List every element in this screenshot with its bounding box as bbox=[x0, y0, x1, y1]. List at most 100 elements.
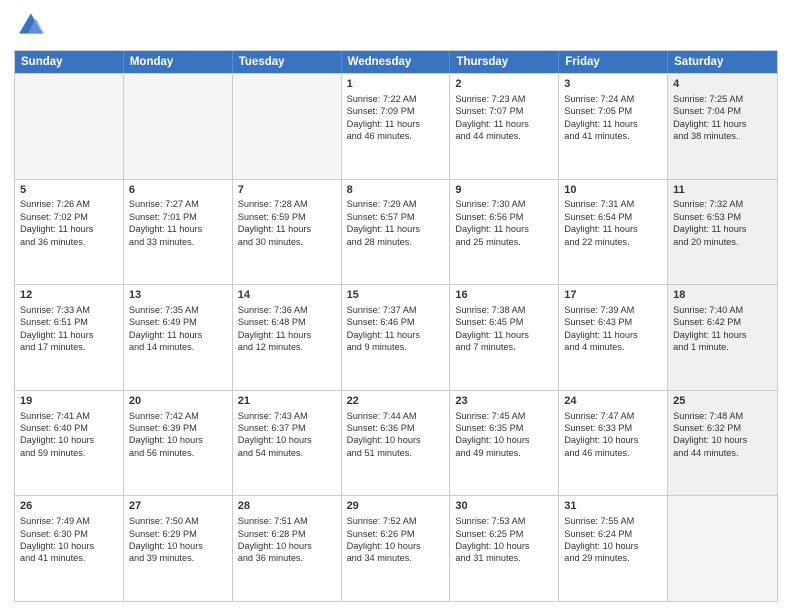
cell-line: and 39 minutes. bbox=[129, 552, 227, 564]
calendar-cell-27: 27Sunrise: 7:50 AMSunset: 6:29 PMDayligh… bbox=[124, 496, 233, 601]
cell-line: Sunrise: 7:39 AM bbox=[564, 304, 662, 316]
cell-line: Daylight: 10 hours bbox=[238, 540, 336, 552]
day-number: 7 bbox=[238, 183, 336, 198]
header-day-thursday: Thursday bbox=[450, 51, 559, 73]
calendar-cell-9: 9Sunrise: 7:30 AMSunset: 6:56 PMDaylight… bbox=[450, 180, 559, 285]
calendar-cell-28: 28Sunrise: 7:51 AMSunset: 6:28 PMDayligh… bbox=[233, 496, 342, 601]
cell-line: Sunset: 6:36 PM bbox=[347, 422, 445, 434]
day-number: 8 bbox=[347, 183, 445, 198]
cell-line: and 1 minute. bbox=[673, 341, 772, 353]
cell-line: Sunset: 6:26 PM bbox=[347, 528, 445, 540]
cell-line: Sunset: 6:53 PM bbox=[673, 211, 772, 223]
cell-line: Daylight: 10 hours bbox=[455, 434, 553, 446]
cell-line: Daylight: 11 hours bbox=[347, 118, 445, 130]
cell-line: Daylight: 10 hours bbox=[347, 434, 445, 446]
day-number: 29 bbox=[347, 499, 445, 514]
cell-line: Sunrise: 7:51 AM bbox=[238, 515, 336, 527]
day-number: 10 bbox=[564, 183, 662, 198]
day-number: 11 bbox=[673, 183, 772, 198]
calendar-row-1: 5Sunrise: 7:26 AMSunset: 7:02 PMDaylight… bbox=[15, 179, 777, 285]
cell-line: Sunrise: 7:47 AM bbox=[564, 410, 662, 422]
cell-line: Sunrise: 7:31 AM bbox=[564, 198, 662, 210]
calendar-cell-16: 16Sunrise: 7:38 AMSunset: 6:45 PMDayligh… bbox=[450, 285, 559, 390]
cell-line: and 36 minutes. bbox=[20, 236, 118, 248]
cell-line: Sunrise: 7:27 AM bbox=[129, 198, 227, 210]
cell-line: Sunset: 6:24 PM bbox=[564, 528, 662, 540]
calendar-body: 1Sunrise: 7:22 AMSunset: 7:09 PMDaylight… bbox=[15, 73, 777, 601]
cell-line: Sunrise: 7:23 AM bbox=[455, 93, 553, 105]
cell-line: and 46 minutes. bbox=[347, 130, 445, 142]
cell-line: Daylight: 10 hours bbox=[20, 434, 118, 446]
cell-line: Daylight: 10 hours bbox=[455, 540, 553, 552]
calendar-cell-11: 11Sunrise: 7:32 AMSunset: 6:53 PMDayligh… bbox=[668, 180, 777, 285]
cell-line: Sunset: 7:04 PM bbox=[673, 105, 772, 117]
cell-line: and 33 minutes. bbox=[129, 236, 227, 248]
day-number: 1 bbox=[347, 77, 445, 92]
calendar-cell-24: 24Sunrise: 7:47 AMSunset: 6:33 PMDayligh… bbox=[559, 391, 668, 496]
calendar-cell-8: 8Sunrise: 7:29 AMSunset: 6:57 PMDaylight… bbox=[342, 180, 451, 285]
page: SundayMondayTuesdayWednesdayThursdayFrid… bbox=[0, 0, 792, 612]
cell-line: and 36 minutes. bbox=[238, 552, 336, 564]
day-number: 26 bbox=[20, 499, 118, 514]
day-number: 28 bbox=[238, 499, 336, 514]
day-number: 19 bbox=[20, 394, 118, 409]
cell-line: Sunset: 6:46 PM bbox=[347, 316, 445, 328]
day-number: 4 bbox=[673, 77, 772, 92]
day-number: 2 bbox=[455, 77, 553, 92]
cell-line: Sunrise: 7:55 AM bbox=[564, 515, 662, 527]
cell-line: and 31 minutes. bbox=[455, 552, 553, 564]
calendar-cell-10: 10Sunrise: 7:31 AMSunset: 6:54 PMDayligh… bbox=[559, 180, 668, 285]
cell-line: Sunrise: 7:48 AM bbox=[673, 410, 772, 422]
cell-line: Sunset: 6:57 PM bbox=[347, 211, 445, 223]
day-number: 12 bbox=[20, 288, 118, 303]
cell-line: Daylight: 11 hours bbox=[347, 329, 445, 341]
calendar-cell-20: 20Sunrise: 7:42 AMSunset: 6:39 PMDayligh… bbox=[124, 391, 233, 496]
cell-line: Sunset: 7:07 PM bbox=[455, 105, 553, 117]
calendar-cell-26: 26Sunrise: 7:49 AMSunset: 6:30 PMDayligh… bbox=[15, 496, 124, 601]
cell-line: Daylight: 11 hours bbox=[238, 223, 336, 235]
cell-line: Sunrise: 7:29 AM bbox=[347, 198, 445, 210]
cell-line: Daylight: 10 hours bbox=[673, 434, 772, 446]
cell-line: Daylight: 11 hours bbox=[20, 329, 118, 341]
day-number: 23 bbox=[455, 394, 553, 409]
cell-line: Sunrise: 7:53 AM bbox=[455, 515, 553, 527]
cell-line: Sunrise: 7:35 AM bbox=[129, 304, 227, 316]
logo-icon bbox=[14, 10, 46, 42]
cell-line: Sunrise: 7:25 AM bbox=[673, 93, 772, 105]
day-number: 13 bbox=[129, 288, 227, 303]
cell-line: and 41 minutes. bbox=[564, 130, 662, 142]
cell-line: Sunset: 6:32 PM bbox=[673, 422, 772, 434]
cell-line: Daylight: 10 hours bbox=[564, 434, 662, 446]
cell-line: Daylight: 11 hours bbox=[129, 329, 227, 341]
calendar-row-0: 1Sunrise: 7:22 AMSunset: 7:09 PMDaylight… bbox=[15, 73, 777, 179]
cell-line: Daylight: 11 hours bbox=[238, 329, 336, 341]
cell-line: and 49 minutes. bbox=[455, 447, 553, 459]
cell-line: Sunset: 6:45 PM bbox=[455, 316, 553, 328]
calendar-cell-13: 13Sunrise: 7:35 AMSunset: 6:49 PMDayligh… bbox=[124, 285, 233, 390]
cell-line: and 51 minutes. bbox=[347, 447, 445, 459]
cell-line: Daylight: 11 hours bbox=[347, 223, 445, 235]
cell-line: and 9 minutes. bbox=[347, 341, 445, 353]
cell-line: and 44 minutes. bbox=[673, 447, 772, 459]
calendar: SundayMondayTuesdayWednesdayThursdayFrid… bbox=[14, 50, 778, 602]
cell-line: Daylight: 10 hours bbox=[129, 434, 227, 446]
cell-line: Sunset: 6:28 PM bbox=[238, 528, 336, 540]
cell-line: and 56 minutes. bbox=[129, 447, 227, 459]
logo bbox=[14, 10, 50, 42]
cell-line: and 7 minutes. bbox=[455, 341, 553, 353]
cell-line: Sunset: 7:01 PM bbox=[129, 211, 227, 223]
calendar-cell-empty-0-0 bbox=[15, 74, 124, 179]
cell-line: Sunset: 6:33 PM bbox=[564, 422, 662, 434]
calendar-cell-18: 18Sunrise: 7:40 AMSunset: 6:42 PMDayligh… bbox=[668, 285, 777, 390]
cell-line: Sunset: 6:40 PM bbox=[20, 422, 118, 434]
cell-line: Daylight: 11 hours bbox=[455, 223, 553, 235]
day-number: 21 bbox=[238, 394, 336, 409]
cell-line: and 29 minutes. bbox=[564, 552, 662, 564]
cell-line: Sunrise: 7:22 AM bbox=[347, 93, 445, 105]
header-day-sunday: Sunday bbox=[15, 51, 124, 73]
header bbox=[14, 10, 778, 42]
cell-line: Sunset: 6:39 PM bbox=[129, 422, 227, 434]
calendar-cell-15: 15Sunrise: 7:37 AMSunset: 6:46 PMDayligh… bbox=[342, 285, 451, 390]
cell-line: Sunset: 7:09 PM bbox=[347, 105, 445, 117]
cell-line: Sunset: 6:59 PM bbox=[238, 211, 336, 223]
